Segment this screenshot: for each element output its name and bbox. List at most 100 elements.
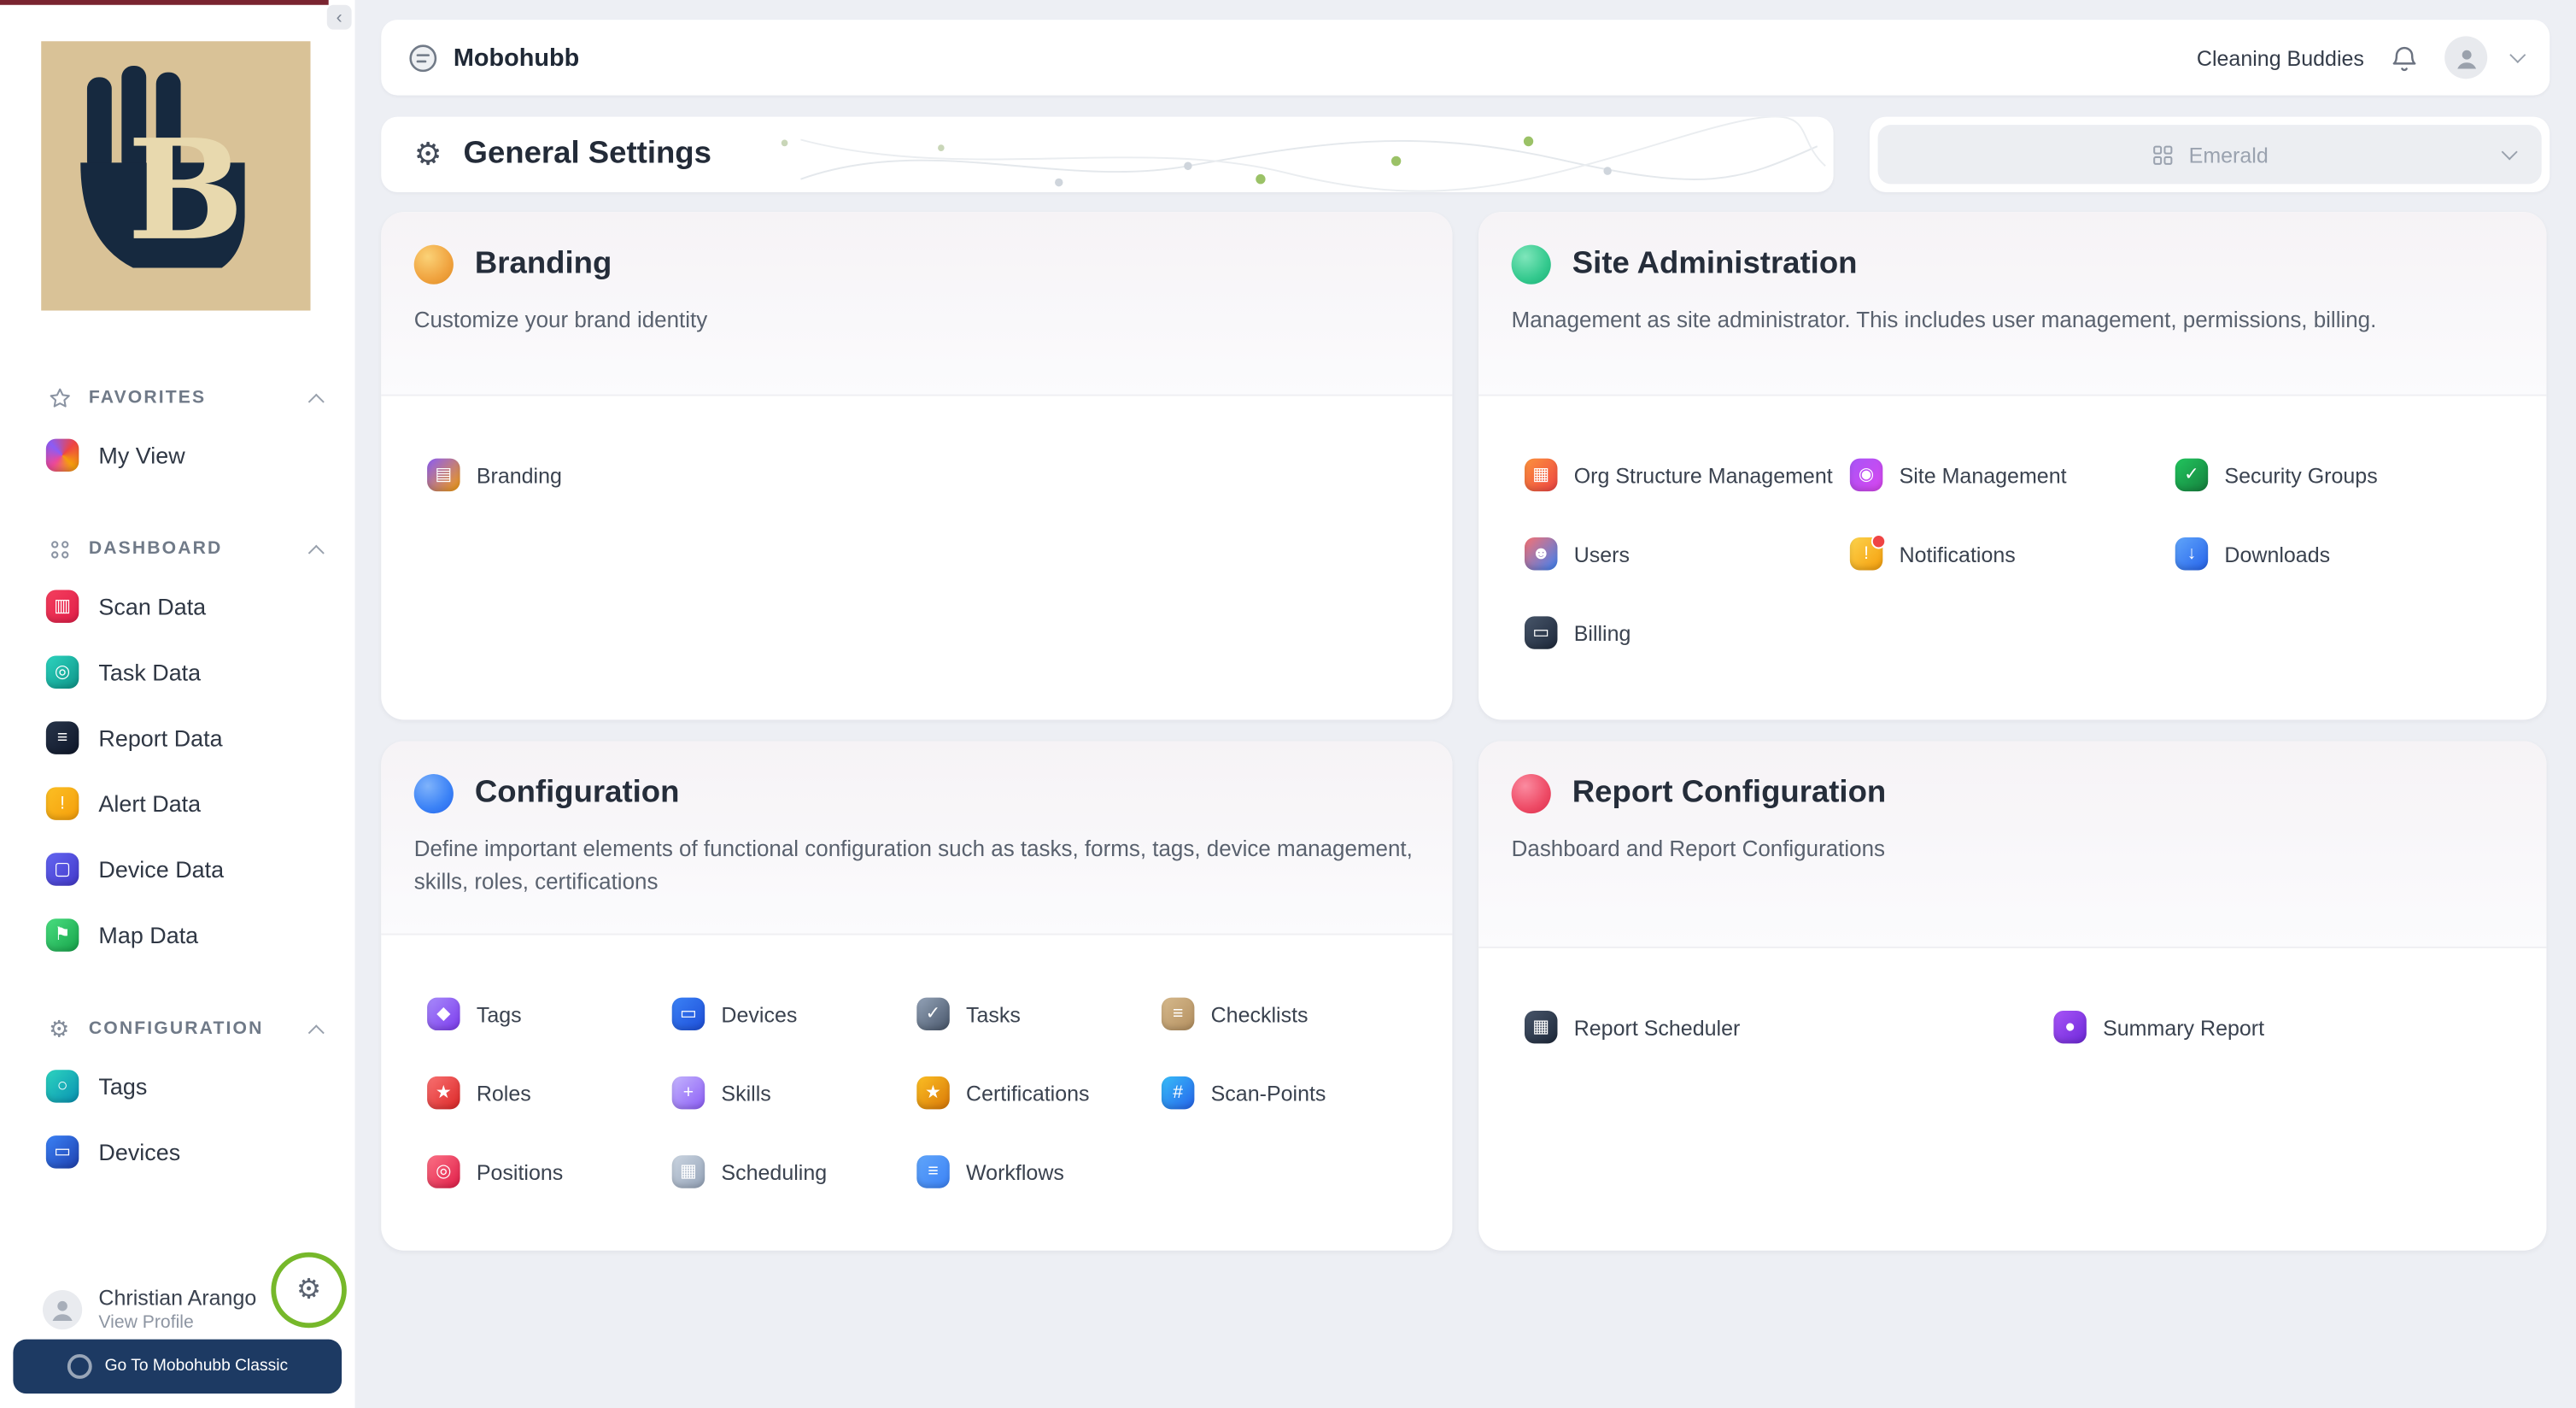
workflows-icon: ≡ bbox=[916, 1155, 950, 1188]
page-title: General Settings bbox=[463, 136, 711, 172]
item-label: Devices bbox=[721, 1001, 798, 1027]
report-data-icon: ≡ bbox=[45, 721, 79, 754]
item-label: Workflows bbox=[966, 1159, 1064, 1184]
settings-link-notifications[interactable]: ! Notifications bbox=[1849, 534, 2175, 571]
settings-link-summary-report[interactable]: ● Summary Report bbox=[2053, 1010, 2500, 1044]
settings-link-org-structure-management[interactable]: ▦ Org Structure Management bbox=[1525, 458, 1850, 492]
sidebar-collapse-button[interactable]: ‹ bbox=[326, 4, 352, 30]
settings-link-skills[interactable]: + Skills bbox=[671, 1076, 917, 1110]
site-admin-accent-icon bbox=[1511, 244, 1551, 285]
classic-logo-icon bbox=[67, 1353, 92, 1379]
sidebar-item-tags[interactable]: ○ Tags bbox=[0, 1053, 354, 1119]
settings-link-downloads[interactable]: ↓ Downloads bbox=[2175, 537, 2501, 571]
sidebar-item-label: Tags bbox=[98, 1073, 148, 1100]
billing-icon: ▭ bbox=[1525, 616, 1558, 649]
settings-link-devices[interactable]: ▭ Devices bbox=[671, 997, 917, 1031]
sidebar-section-dashboard[interactable]: DASHBOARD bbox=[0, 525, 354, 574]
tags-icon: ○ bbox=[45, 1070, 79, 1103]
report-config-accent-icon bbox=[1511, 773, 1551, 814]
settings-link-checklists[interactable]: ≡ Checklists bbox=[1161, 997, 1407, 1031]
brand: Mobohubb bbox=[407, 42, 579, 73]
chevron-down-icon[interactable] bbox=[2509, 46, 2526, 63]
topbar: Mobohubb Cleaning Buddies bbox=[381, 20, 2550, 96]
top-accent-strip bbox=[0, 0, 329, 5]
section-label: FAVORITES bbox=[88, 387, 207, 408]
card-subtitle: Dashboard and Report Configurations bbox=[1511, 836, 1886, 861]
sidebar-item-scan-data[interactable]: ▥ Scan Data bbox=[0, 573, 354, 639]
settings-link-tasks[interactable]: ✓ Tasks bbox=[916, 997, 1162, 1031]
roles-icon: ★ bbox=[427, 1076, 460, 1110]
tags-icon: ◆ bbox=[427, 997, 460, 1031]
theme-select[interactable]: Emerald bbox=[1877, 125, 2542, 185]
org-structure-icon: ▦ bbox=[1525, 458, 1558, 492]
sidebar-item-map-data[interactable]: ⚑ Map Data bbox=[0, 902, 354, 968]
settings-link-report-scheduler[interactable]: ▦ Report Scheduler bbox=[1525, 1010, 2053, 1044]
item-label: Site Management bbox=[1899, 462, 2067, 488]
classic-button-label: Go To Mobohubb Classic bbox=[104, 1357, 289, 1376]
card-items: ▤ Branding bbox=[381, 396, 1452, 554]
item-label: Summary Report bbox=[2103, 1014, 2265, 1040]
card-report-configuration: Report Configuration Dashboard and Repor… bbox=[1478, 741, 2547, 1251]
sidebar-section-favorites[interactable]: FAVORITES bbox=[0, 373, 354, 423]
sidebar-item-device-data[interactable]: ▢ Device Data bbox=[0, 836, 354, 902]
users-icon: ☻ bbox=[1525, 537, 1558, 571]
item-label: Report Scheduler bbox=[1573, 1014, 1741, 1040]
item-label: Positions bbox=[476, 1159, 564, 1184]
item-label: Checklists bbox=[1210, 1001, 1308, 1027]
card-subtitle: Management as site administrator. This i… bbox=[1511, 307, 2377, 332]
settings-link-roles[interactable]: ★ Roles bbox=[427, 1076, 672, 1110]
card-header: Configuration Define important elements … bbox=[381, 741, 1453, 936]
sidebar-item-label: Report Data bbox=[98, 725, 223, 752]
app-title: Mobohubb bbox=[453, 43, 580, 72]
settings-link-billing[interactable]: ▭ Billing bbox=[1525, 616, 1850, 649]
item-label: Scheduling bbox=[721, 1159, 828, 1184]
settings-link-scheduling[interactable]: ▦ Scheduling bbox=[671, 1155, 917, 1188]
org-switcher-label[interactable]: Cleaning Buddies bbox=[2197, 45, 2364, 70]
sidebar-item-alert-data[interactable]: ! Alert Data bbox=[0, 771, 354, 836]
card-items: ◆ Tags ▭ Devices ✓ Tasks ≡ Checklists ★ … bbox=[381, 935, 1452, 1250]
user-profile-row[interactable]: Christian Arango View Profile bbox=[43, 1285, 256, 1333]
scan-points-icon: # bbox=[1161, 1076, 1195, 1110]
section-label: DASHBOARD bbox=[88, 538, 223, 559]
sidebar-section-configuration[interactable]: ⚙ CONFIGURATION bbox=[0, 1004, 354, 1053]
checklists-icon: ≡ bbox=[1161, 997, 1195, 1031]
settings-link-scan-points[interactable]: # Scan-Points bbox=[1161, 1076, 1407, 1110]
settings-link-positions[interactable]: ◎ Positions bbox=[427, 1155, 672, 1188]
sidebar-item-devices[interactable]: ▭ Devices bbox=[0, 1119, 354, 1185]
sidebar-item-report-data[interactable]: ≡ Report Data bbox=[0, 705, 354, 771]
go-to-classic-button[interactable]: Go To Mobohubb Classic bbox=[13, 1339, 342, 1394]
summary-report-icon: ● bbox=[2053, 1010, 2087, 1044]
star-icon bbox=[46, 384, 73, 411]
header-row: ⚙ General Settings Emerald bbox=[381, 116, 2550, 193]
notifications-bell-icon[interactable] bbox=[2389, 42, 2421, 73]
view-profile-link[interactable]: View Profile bbox=[98, 1313, 256, 1333]
gear-icon[interactable]: ⚙ bbox=[296, 1274, 321, 1306]
settings-link-security-groups[interactable]: ✓ Security Groups bbox=[2175, 458, 2501, 492]
page-header: ⚙ General Settings bbox=[381, 116, 1834, 193]
theme-grid-icon bbox=[2151, 142, 2175, 167]
settings-link-workflows[interactable]: ≡ Workflows bbox=[916, 1155, 1162, 1188]
item-label: Tasks bbox=[966, 1001, 1021, 1027]
settings-link-branding[interactable]: ▤ Branding bbox=[427, 458, 788, 492]
sidebar-item-my-view[interactable]: My View bbox=[0, 422, 354, 488]
chevron-up-icon bbox=[307, 543, 325, 560]
card-items: ▦ Report Scheduler ● Summary Report bbox=[1478, 948, 2546, 1106]
item-label: Certifications bbox=[966, 1080, 1090, 1106]
settings-link-users[interactable]: ☻ Users bbox=[1525, 537, 1850, 571]
card-title: Site Administration bbox=[1572, 246, 1858, 281]
account-avatar[interactable] bbox=[2444, 36, 2488, 79]
gear-icon: ⚙ bbox=[49, 1014, 70, 1041]
grid-icon bbox=[46, 536, 73, 562]
sidebar-item-task-data[interactable]: ◎ Task Data bbox=[0, 639, 354, 705]
settings-cards-grid: Branding Customize your brand identity ▤… bbox=[381, 212, 2550, 1251]
settings-link-tags[interactable]: ◆ Tags bbox=[427, 997, 672, 1031]
gear-icon: ⚙ bbox=[413, 137, 442, 173]
settings-link-certifications[interactable]: ★ Certifications bbox=[916, 1076, 1162, 1110]
card-site-administration: Site Administration Management as site a… bbox=[1478, 212, 2547, 720]
item-label: Notifications bbox=[1899, 541, 2016, 566]
brand-list-icon bbox=[407, 42, 439, 73]
positions-icon: ◎ bbox=[427, 1155, 460, 1188]
settings-link-site-management[interactable]: ◉ Site Management bbox=[1849, 458, 2175, 492]
card-header: Branding Customize your brand identity bbox=[381, 212, 1453, 396]
alert-data-icon: ! bbox=[45, 787, 79, 820]
